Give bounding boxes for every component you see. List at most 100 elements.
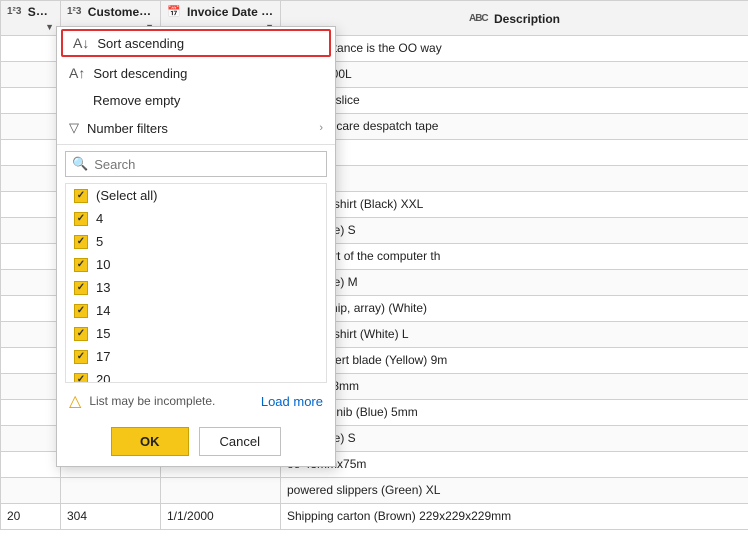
- cell-description: White) 400L: [281, 61, 748, 87]
- sale-key-label: Sale Key: [28, 4, 61, 19]
- cell-sale: [1, 243, 61, 269]
- checklist-checkbox[interactable]: [74, 189, 88, 203]
- cell-description: (Gray) S: [281, 139, 748, 165]
- sort-ascending-label: Sort ascending: [97, 36, 184, 51]
- checklist-label: 10: [96, 257, 110, 272]
- cell-description: Shipping carton (Brown) 229x229x229mm: [281, 503, 748, 529]
- cell-customer: 304: [61, 503, 161, 529]
- button-row: OK Cancel: [57, 419, 335, 466]
- cell-sale: [1, 217, 61, 243]
- sort-desc-icon: A↑: [69, 65, 85, 81]
- cell-description: powered slippers (Green) XL: [281, 477, 748, 503]
- cell-sale: [1, 373, 61, 399]
- cell-sale: [1, 425, 61, 451]
- cell-description: lue 5mm nib (Blue) 5mm: [281, 399, 748, 425]
- cancel-button[interactable]: Cancel: [199, 427, 281, 456]
- sort-descending-item[interactable]: A↑ Sort descending: [57, 59, 335, 87]
- remove-empty-item[interactable]: Remove empty: [57, 87, 335, 114]
- checklist-label: 20: [96, 372, 110, 383]
- cell-description: ware: part of the computer th: [281, 243, 748, 269]
- cell-sale: [1, 191, 61, 217]
- cell-invoice: 1/1/2000: [161, 503, 281, 529]
- checklist-label: 4: [96, 211, 103, 226]
- col-header-description[interactable]: ABC Description: [281, 1, 748, 36]
- cell-description: (Pink) M: [281, 165, 748, 191]
- checklist-checkbox[interactable]: [74, 373, 88, 384]
- checklist-item[interactable]: 10: [66, 253, 326, 276]
- checklist-item[interactable]: 15: [66, 322, 326, 345]
- cell-description: ML tag t-shirt (Black) XXL: [281, 191, 748, 217]
- cell-description: ML tag t-shirt (White) L: [281, 321, 748, 347]
- cell-sale: [1, 61, 61, 87]
- checklist-item[interactable]: 14: [66, 299, 326, 322]
- checklist-item[interactable]: 13: [66, 276, 326, 299]
- number-filters-arrow-icon: ›: [319, 122, 323, 134]
- checklist-checkbox[interactable]: [74, 327, 88, 341]
- sale-key-type-icon: 1²3: [7, 6, 21, 17]
- cell-sale: [1, 269, 61, 295]
- checklist-checkbox[interactable]: [74, 235, 88, 249]
- checklist-label: (Select all): [96, 188, 157, 203]
- checklist-checkbox[interactable]: [74, 258, 88, 272]
- checklist-item[interactable]: 17: [66, 345, 326, 368]
- checklist-label: 15: [96, 326, 110, 341]
- load-more-button[interactable]: Load more: [261, 394, 323, 409]
- sort-ascending-item[interactable]: A↓ Sort ascending: [61, 29, 331, 57]
- sort-asc-icon: A↓: [73, 35, 89, 51]
- cell-sale: [1, 321, 61, 347]
- filter-icon: ▽: [69, 120, 79, 136]
- cell-sale: [1, 139, 61, 165]
- warning-row: △ List may be incomplete. Load more: [57, 383, 335, 419]
- cell-description: g - inheritance is the OO way: [281, 35, 748, 61]
- cell-description: cket (Blue) S: [281, 425, 748, 451]
- cell-customer: [61, 477, 161, 503]
- checklist-item[interactable]: 20: [66, 368, 326, 383]
- checklist-label: 17: [96, 349, 110, 364]
- checklist-item[interactable]: (Select all): [66, 184, 326, 207]
- customer-key-type-icon: 1²3: [67, 6, 81, 17]
- sale-key-dropdown-icon[interactable]: ▼: [45, 22, 54, 32]
- invoice-date-label: Invoice Date Key: [187, 4, 280, 19]
- cell-sale: [1, 477, 61, 503]
- ok-button[interactable]: OK: [111, 427, 189, 456]
- cell-sale: [1, 295, 61, 321]
- invoice-date-type-icon: 📅: [167, 5, 181, 18]
- checklist-label: 5: [96, 234, 103, 249]
- checklist-item[interactable]: 5: [66, 230, 326, 253]
- checklist-checkbox[interactable]: [74, 304, 88, 318]
- cell-description: cket (Blue) M: [281, 269, 748, 295]
- cell-description: oe 48mmx75m: [281, 451, 748, 477]
- remove-empty-label: Remove empty: [93, 93, 180, 108]
- checklist-item[interactable]: 4: [66, 207, 326, 230]
- cell-sale: [1, 35, 61, 61]
- checklist-label: 14: [96, 303, 110, 318]
- checklist-label: 13: [96, 280, 110, 295]
- checklist-checkbox[interactable]: [74, 350, 88, 364]
- cell-sale: 20: [1, 503, 61, 529]
- search-input[interactable]: [94, 157, 320, 172]
- checklist-container[interactable]: (Select all) 4 5 10 13 14 15 17 20: [65, 183, 327, 383]
- description-type-icon: ABC: [469, 13, 488, 24]
- cell-description: metal insert blade (Yellow) 9m: [281, 347, 748, 373]
- cell-sale: [1, 113, 61, 139]
- cell-sale: [1, 347, 61, 373]
- table-row: powered slippers (Green) XL: [1, 477, 748, 503]
- checklist-checkbox[interactable]: [74, 281, 88, 295]
- cell-description: g - (hip, hip, array) (White): [281, 295, 748, 321]
- customer-key-label: Customer Key: [88, 4, 161, 19]
- col-header-sale-key[interactable]: 1²3 Sale Key ▼: [1, 1, 61, 36]
- cell-description: e - pizza slice: [281, 87, 748, 113]
- cell-sale: [1, 165, 61, 191]
- search-icon: 🔍: [72, 156, 88, 172]
- cell-invoice: [161, 477, 281, 503]
- filter-dropdown: A↓ Sort ascending A↑ Sort descending Rem…: [56, 26, 336, 467]
- sort-descending-label: Sort descending: [93, 66, 187, 81]
- search-box[interactable]: 🔍: [65, 151, 327, 177]
- number-filters-item[interactable]: ▽ Number filters ›: [57, 114, 335, 142]
- checklist-checkbox[interactable]: [74, 212, 88, 226]
- cell-description: cket (Blue) S: [281, 217, 748, 243]
- cell-sale: [1, 399, 61, 425]
- warning-text: List may be incomplete.: [89, 394, 215, 408]
- warning-icon: △: [69, 391, 81, 411]
- number-filters-label: Number filters: [87, 121, 168, 136]
